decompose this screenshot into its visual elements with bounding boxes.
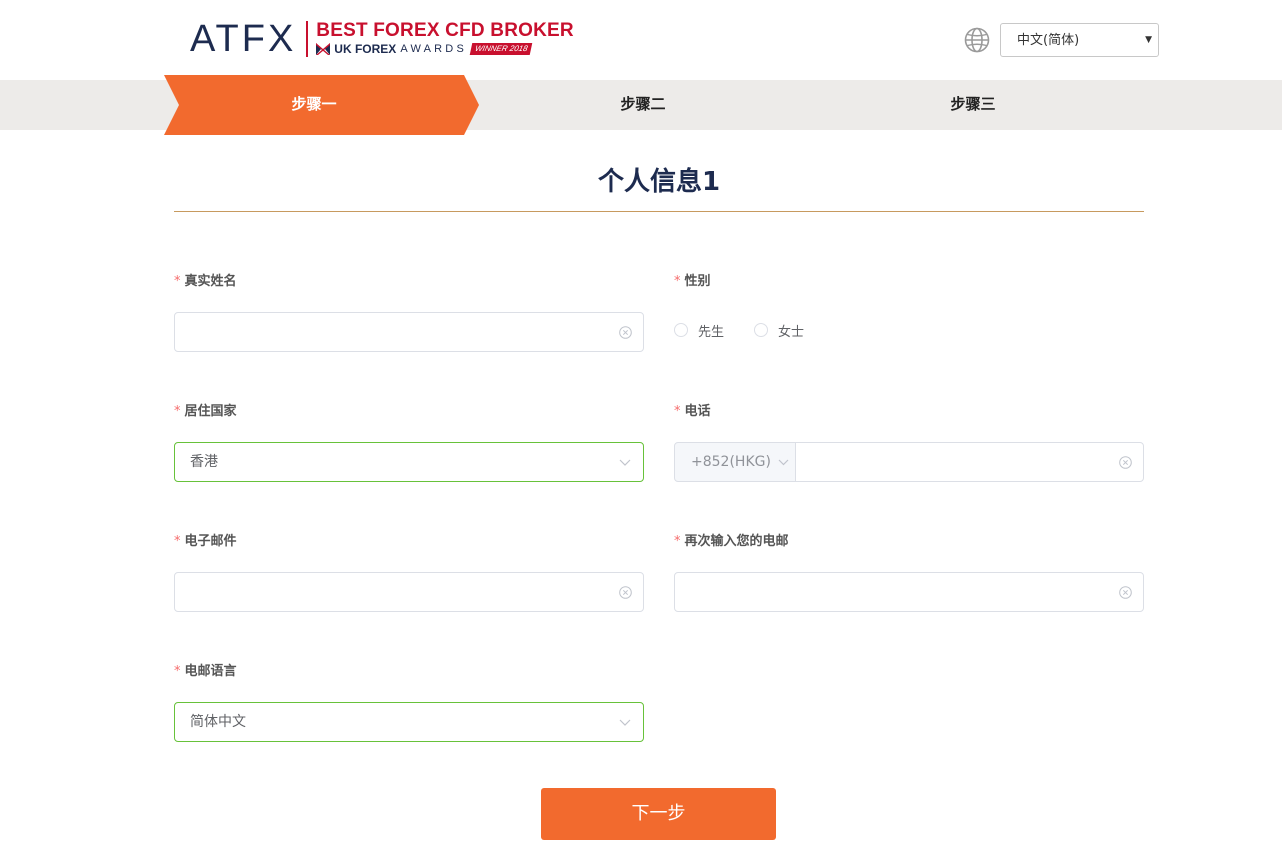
gender-radio-group: 先生 女士 bbox=[674, 318, 834, 342]
real-name-input[interactable] bbox=[174, 312, 644, 352]
email-language-select[interactable]: 简体中文 bbox=[174, 702, 644, 742]
gender-option-ms[interactable]: 女士 bbox=[754, 321, 804, 340]
step-3-label: 步骤三 bbox=[950, 95, 996, 113]
real-name-label: * 真实姓名 bbox=[174, 273, 237, 291]
page-title: 个人信息1 bbox=[597, 167, 721, 197]
award-name: AWARDS bbox=[400, 43, 467, 55]
phone-country-code-value: +852(HKG) bbox=[691, 454, 771, 470]
required-mark: * bbox=[674, 404, 681, 419]
award-badge: BEST FOREX CFD BROKER UK FOREX AWARDS WI… bbox=[316, 21, 574, 57]
award-org: UK FOREX bbox=[334, 42, 397, 56]
gender-label-text: 性别 bbox=[684, 274, 711, 289]
next-step-button[interactable]: 下一步 bbox=[541, 788, 776, 840]
country-label-text: 居住国家 bbox=[184, 404, 237, 419]
required-mark: * bbox=[174, 534, 181, 549]
real-name-label-text: 真实姓名 bbox=[184, 274, 237, 289]
email-confirm-label: * 再次输入您的电邮 bbox=[674, 533, 789, 551]
clear-icon[interactable] bbox=[1119, 456, 1132, 469]
gender-label: * 性别 bbox=[674, 273, 711, 291]
radio-circle-icon[interactable] bbox=[674, 323, 688, 337]
step-1-label: 步骤一 bbox=[291, 95, 337, 113]
email-language-label-text: 电邮语言 bbox=[184, 664, 237, 679]
radio-circle-icon[interactable] bbox=[754, 323, 769, 337]
clear-icon[interactable] bbox=[619, 326, 632, 339]
email-language-label: * 电邮语言 bbox=[174, 663, 237, 681]
phone-input[interactable] bbox=[795, 442, 1144, 482]
country-select-value: 香港 bbox=[190, 454, 218, 470]
email-input[interactable] bbox=[174, 572, 644, 612]
language-select-value: 中文(简体) bbox=[1017, 33, 1080, 48]
phone-country-code-select[interactable]: +852(HKG) bbox=[674, 442, 796, 482]
required-mark: * bbox=[174, 274, 181, 289]
title-divider bbox=[174, 211, 1144, 212]
required-mark: * bbox=[674, 534, 681, 549]
award-winner-badge: WINNER 2018 bbox=[469, 43, 533, 55]
email-label-text: 电子邮件 bbox=[184, 534, 237, 549]
award-subline: UK FOREX AWARDS WINNER 2018 bbox=[316, 41, 574, 57]
phone-label-text: 电话 bbox=[684, 404, 711, 419]
chevron-down-icon bbox=[619, 719, 631, 726]
site-header: ATFX BEST FOREX CFD BROKER UK FOREX AWAR… bbox=[0, 0, 1282, 80]
chevron-down-icon bbox=[619, 459, 631, 466]
required-mark: * bbox=[674, 274, 681, 289]
step-2-label: 步骤二 bbox=[620, 95, 666, 113]
email-label: * 电子邮件 bbox=[174, 533, 237, 551]
gender-option-mr[interactable]: 先生 bbox=[674, 321, 724, 340]
email-confirm-input[interactable] bbox=[674, 572, 1144, 612]
chevron-down-icon bbox=[778, 459, 789, 466]
gender-option-ms-label: 女士 bbox=[778, 324, 805, 340]
phone-label: * 电话 bbox=[674, 403, 711, 421]
logo-brand-text: ATFX bbox=[190, 18, 297, 60]
globe-icon[interactable] bbox=[964, 27, 990, 53]
email-confirm-label-text: 再次输入您的电邮 bbox=[684, 534, 789, 549]
clear-icon[interactable] bbox=[619, 586, 632, 599]
atfx-logo[interactable]: ATFX BEST FOREX CFD BROKER UK FOREX AWAR… bbox=[190, 18, 574, 60]
country-label: * 居住国家 bbox=[174, 403, 237, 421]
caret-down-icon: ▼ bbox=[1145, 35, 1152, 45]
uk-flag-icon bbox=[316, 43, 331, 55]
logo-divider bbox=[306, 21, 309, 57]
country-select[interactable]: 香港 bbox=[174, 442, 644, 482]
language-select[interactable]: 中文(简体) ▼ bbox=[1000, 23, 1159, 57]
email-language-value: 简体中文 bbox=[190, 714, 246, 730]
required-mark: * bbox=[174, 664, 181, 679]
clear-icon[interactable] bbox=[1119, 586, 1132, 599]
required-mark: * bbox=[174, 404, 181, 419]
award-title: BEST FOREX CFD BROKER bbox=[316, 20, 574, 41]
gender-option-mr-label: 先生 bbox=[698, 324, 725, 340]
